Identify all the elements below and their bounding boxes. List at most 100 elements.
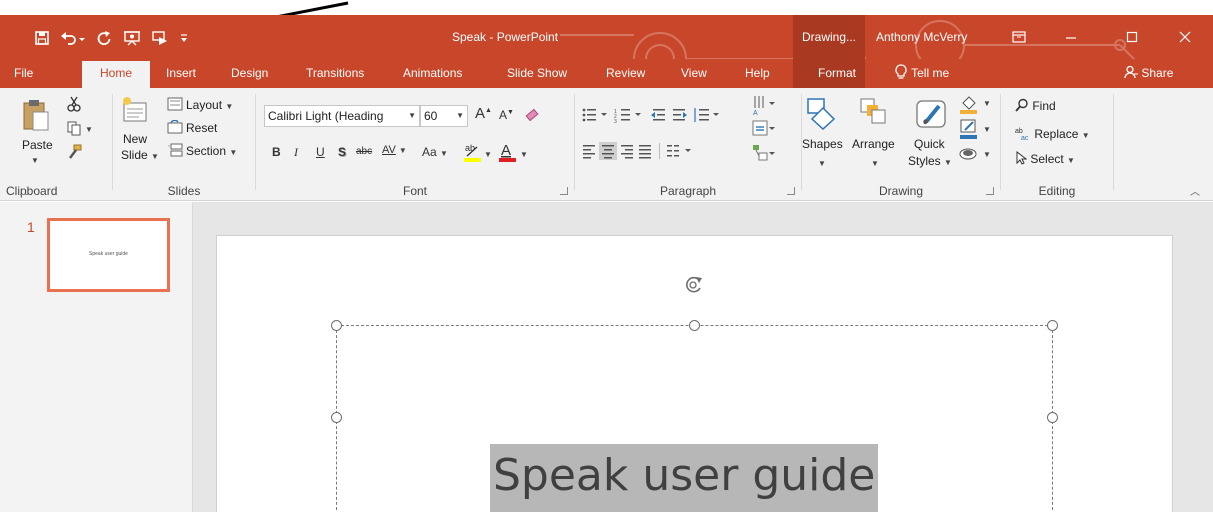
close-button[interactable] — [1170, 25, 1200, 49]
user-name[interactable]: Anthony McVerry — [876, 30, 967, 44]
new-slide-icon[interactable] — [121, 96, 149, 126]
undo-button[interactable] — [58, 26, 88, 50]
arrange-label[interactable]: Arrange — [852, 137, 895, 151]
highlight-dropdown-icon[interactable]: ▼ — [484, 150, 492, 159]
shape-effects-icon[interactable] — [958, 144, 980, 162]
paste-icon[interactable] — [22, 98, 50, 132]
align-text-icon[interactable] — [751, 119, 777, 137]
shape-outline-dropdown-icon[interactable]: ▼ — [983, 125, 991, 134]
quick-styles-button[interactable]: Styles ▼ — [908, 154, 952, 168]
highlight-color-icon[interactable]: ab — [463, 141, 483, 163]
shapes-icon[interactable] — [805, 96, 841, 130]
tab-review[interactable]: Review — [606, 59, 645, 88]
resize-handle-right[interactable] — [1047, 412, 1058, 423]
font-size-dropdown[interactable]: 60 ▼ — [420, 105, 468, 127]
minimize-button[interactable] — [1056, 25, 1086, 49]
select-label: Select — [1030, 152, 1064, 166]
decrease-font-size-icon[interactable]: A▼ — [499, 108, 514, 122]
font-color-icon[interactable]: A — [498, 141, 518, 163]
quick-styles-icon[interactable] — [914, 96, 948, 130]
start-from-beginning-button[interactable] — [120, 26, 144, 50]
paragraph-launcher-icon[interactable] — [787, 187, 795, 195]
shape-outline-icon[interactable] — [958, 118, 980, 140]
format-painter-icon[interactable] — [66, 144, 82, 160]
select-button[interactable]: Select ▼ — [1015, 150, 1075, 166]
tab-design[interactable]: Design — [231, 59, 268, 88]
resize-handle-top-right[interactable] — [1047, 320, 1058, 331]
arrange-dropdown-icon[interactable]: ▼ — [871, 159, 879, 168]
slide-canvas[interactable]: Speak user guide — [216, 235, 1173, 512]
tab-insert[interactable]: Insert — [166, 59, 196, 88]
layout-button[interactable]: Layout ▼ — [186, 98, 233, 112]
change-case-button[interactable]: Aa ▼ — [422, 145, 448, 159]
tab-transitions[interactable]: Transitions — [306, 59, 364, 88]
new-slide-button[interactable]: Slide ▼ — [121, 148, 159, 162]
svg-text:ab: ab — [465, 143, 475, 153]
redo-button[interactable] — [92, 26, 116, 50]
window-title: Speak - PowerPoint — [452, 30, 559, 44]
font-color-dropdown-icon[interactable]: ▼ — [520, 150, 528, 159]
ribbon-display-options-button[interactable] — [1004, 25, 1034, 49]
shape-fill-dropdown-icon[interactable]: ▼ — [983, 99, 991, 108]
bold-button[interactable]: B — [272, 145, 281, 159]
slide-number: 1 — [27, 219, 35, 235]
from-current-slide-button[interactable] — [148, 26, 172, 50]
font-launcher-icon[interactable] — [560, 187, 568, 195]
reset-button[interactable]: Reset — [186, 121, 217, 135]
resize-handle-left[interactable] — [331, 412, 342, 423]
clipboard-group: Paste ▼ ▼ Clipboard — [0, 88, 112, 201]
share-button[interactable]: Share — [1124, 59, 1173, 88]
quick-access-toolbar — [30, 25, 192, 51]
shapes-label[interactable]: Shapes — [802, 137, 843, 151]
tab-home[interactable]: Home — [82, 61, 150, 88]
text-shadow-button[interactable]: S — [338, 145, 346, 159]
font-group: Calibri Light (Heading ▼ 60 ▼ A▲ A▼ B I … — [256, 88, 574, 201]
arrange-icon[interactable] — [858, 96, 888, 126]
rotate-handle-icon[interactable] — [683, 274, 705, 296]
svg-text:ab: ab — [1015, 128, 1023, 135]
section-button[interactable]: Section ▼ — [186, 144, 237, 158]
paste-label[interactable]: Paste — [22, 138, 53, 152]
cut-icon[interactable] — [66, 96, 82, 112]
paste-dropdown-icon[interactable]: ▼ — [31, 156, 39, 165]
replace-button[interactable]: ab ac Replace ▼ — [1015, 126, 1090, 142]
new-slide-label-1[interactable]: New — [123, 132, 147, 146]
tab-view[interactable]: View — [681, 59, 707, 88]
maximize-button[interactable] — [1117, 25, 1147, 49]
convert-to-smartart-icon[interactable] — [751, 143, 777, 163]
copy-dropdown-icon[interactable]: ▼ — [85, 125, 93, 134]
copy-icon[interactable] — [66, 120, 82, 136]
text-direction-icon[interactable]: A — [751, 94, 777, 116]
save-button[interactable] — [30, 26, 54, 50]
shape-effects-dropdown-icon[interactable]: ▼ — [983, 150, 991, 159]
tab-animations[interactable]: Animations — [403, 59, 462, 88]
slide-thumbnail[interactable]: Speak user guide — [47, 218, 170, 292]
resize-handle-top-left[interactable] — [331, 320, 342, 331]
collapse-ribbon-icon[interactable]: ︿ — [1190, 183, 1200, 198]
tab-help[interactable]: Help — [745, 59, 770, 88]
tab-file[interactable]: File — [14, 59, 33, 88]
tell-me-search[interactable]: Tell me — [894, 59, 949, 88]
strikethrough-button[interactable]: abc — [356, 146, 372, 157]
drawing-launcher-icon[interactable] — [986, 187, 994, 195]
slide-play-icon — [152, 31, 167, 45]
character-spacing-button[interactable]: AV ▼ — [382, 144, 407, 156]
font-family-dropdown[interactable]: Calibri Light (Heading ▼ — [264, 105, 420, 127]
paragraph-row-2-icons[interactable] — [581, 142, 731, 160]
resize-handle-top[interactable] — [689, 320, 700, 331]
increase-font-size-icon[interactable]: A▲ — [475, 105, 492, 122]
find-button[interactable]: Find — [1015, 98, 1056, 113]
tab-format[interactable]: Format — [818, 59, 856, 88]
shapes-dropdown-icon[interactable]: ▼ — [818, 159, 826, 168]
clipboard-launcher-icon[interactable] — [20, 187, 28, 195]
customize-qat-button[interactable] — [176, 26, 192, 50]
underline-button[interactable]: U — [316, 145, 325, 159]
svg-text:A: A — [501, 142, 511, 159]
italic-button[interactable]: I — [294, 145, 298, 160]
tell-me-label: Tell me — [911, 66, 950, 80]
tab-slide-show[interactable]: Slide Show — [507, 59, 567, 88]
slide-title-text[interactable]: Speak user guide — [490, 444, 879, 512]
shape-fill-icon[interactable] — [958, 93, 980, 115]
quick-styles-label-1[interactable]: Quick — [914, 137, 945, 151]
clear-formatting-icon[interactable] — [524, 108, 540, 124]
